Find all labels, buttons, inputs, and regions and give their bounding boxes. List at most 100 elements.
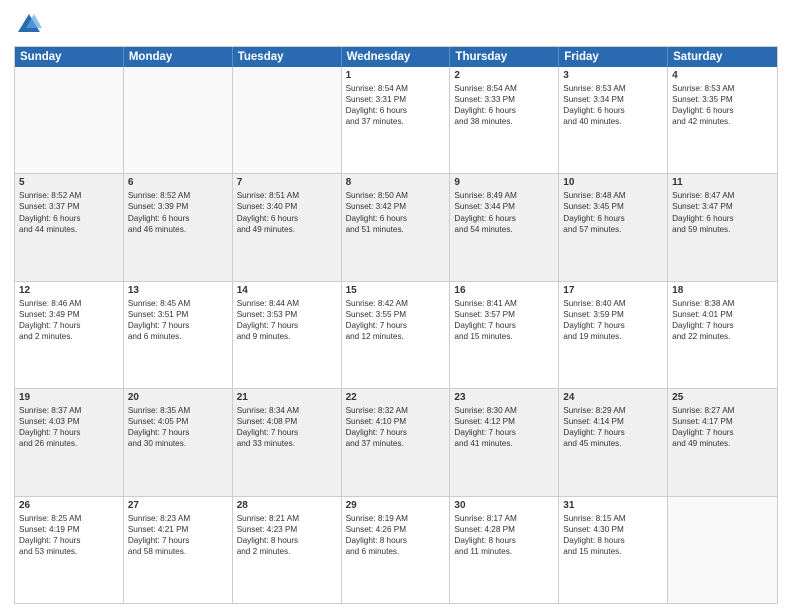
day-number: 9 (454, 177, 554, 188)
day-number: 15 (346, 285, 446, 296)
day-number: 12 (19, 285, 119, 296)
day-number: 16 (454, 285, 554, 296)
cell-daylight-info: Sunrise: 8:52 AM Sunset: 3:37 PM Dayligh… (19, 190, 119, 234)
calendar-cell: 22 Sunrise: 8:32 AM Sunset: 4:10 PM Dayli… (342, 389, 451, 495)
cell-daylight-info: Sunrise: 8:30 AM Sunset: 4:12 PM Dayligh… (454, 405, 554, 449)
calendar-cell: 15 Sunrise: 8:42 AM Sunset: 3:55 PM Dayli… (342, 282, 451, 388)
cell-daylight-info: Sunrise: 8:52 AM Sunset: 3:39 PM Dayligh… (128, 190, 228, 234)
day-number: 17 (563, 285, 663, 296)
day-number: 4 (672, 70, 773, 81)
cell-daylight-info: Sunrise: 8:37 AM Sunset: 4:03 PM Dayligh… (19, 405, 119, 449)
cell-daylight-info: Sunrise: 8:45 AM Sunset: 3:51 PM Dayligh… (128, 298, 228, 342)
calendar-cell: 26 Sunrise: 8:25 AM Sunset: 4:19 PM Dayli… (15, 497, 124, 603)
calendar-cell: 4 Sunrise: 8:53 AM Sunset: 3:35 PM Daylig… (668, 67, 777, 173)
cell-daylight-info: Sunrise: 8:15 AM Sunset: 4:30 PM Dayligh… (563, 513, 663, 557)
day-number: 23 (454, 392, 554, 403)
cell-daylight-info: Sunrise: 8:53 AM Sunset: 3:35 PM Dayligh… (672, 83, 773, 127)
calendar-cell: 8 Sunrise: 8:50 AM Sunset: 3:42 PM Daylig… (342, 174, 451, 280)
day-number: 25 (672, 392, 773, 403)
calendar-cell: 1 Sunrise: 8:54 AM Sunset: 3:31 PM Daylig… (342, 67, 451, 173)
calendar-cell: 13 Sunrise: 8:45 AM Sunset: 3:51 PM Dayli… (124, 282, 233, 388)
day-number: 8 (346, 177, 446, 188)
cell-daylight-info: Sunrise: 8:32 AM Sunset: 4:10 PM Dayligh… (346, 405, 446, 449)
calendar-cell: 9 Sunrise: 8:49 AM Sunset: 3:44 PM Daylig… (450, 174, 559, 280)
calendar-cell: 20Sunrise: 8:35 AM Sunset: 4:05 PM Dayli… (124, 389, 233, 495)
calendar-cell: 23 Sunrise: 8:30 AM Sunset: 4:12 PM Dayli… (450, 389, 559, 495)
calendar-cell: 31 Sunrise: 8:15 AM Sunset: 4:30 PM Dayli… (559, 497, 668, 603)
day-number: 5 (19, 177, 119, 188)
calendar-cell (15, 67, 124, 173)
header-cell-thursday: Thursday (450, 47, 559, 67)
day-number: 29 (346, 500, 446, 511)
day-number: 20 (128, 392, 228, 403)
calendar-cell: 18 Sunrise: 8:38 AM Sunset: 4:01 PM Dayli… (668, 282, 777, 388)
day-number: 3 (563, 70, 663, 81)
cell-daylight-info: Sunrise: 8:40 AM Sunset: 3:59 PM Dayligh… (563, 298, 663, 342)
header-cell-tuesday: Tuesday (233, 47, 342, 67)
cell-daylight-info: Sunrise: 8:21 AM Sunset: 4:23 PM Dayligh… (237, 513, 337, 557)
day-number: 7 (237, 177, 337, 188)
day-number: 21 (237, 392, 337, 403)
header-cell-saturday: Saturday (668, 47, 777, 67)
calendar-cell: 27Sunrise: 8:23 AM Sunset: 4:21 PM Dayli… (124, 497, 233, 603)
day-number: 11 (672, 177, 773, 188)
cell-daylight-info: Sunrise: 8:47 AM Sunset: 3:47 PM Dayligh… (672, 190, 773, 234)
day-number: 28 (237, 500, 337, 511)
calendar-week-3: 12Sunrise: 8:46 AM Sunset: 3:49 PM Dayli… (15, 282, 777, 389)
day-number: 6 (128, 177, 228, 188)
calendar-cell: 16Sunrise: 8:41 AM Sunset: 3:57 PM Dayli… (450, 282, 559, 388)
logo (14, 10, 48, 40)
cell-daylight-info: Sunrise: 8:27 AM Sunset: 4:17 PM Dayligh… (672, 405, 773, 449)
page: SundayMondayTuesdayWednesdayThursdayFrid… (0, 0, 792, 612)
calendar-cell: 3 Sunrise: 8:53 AM Sunset: 3:34 PM Daylig… (559, 67, 668, 173)
day-number: 30 (454, 500, 554, 511)
cell-daylight-info: Sunrise: 8:54 AM Sunset: 3:33 PM Dayligh… (454, 83, 554, 127)
cell-daylight-info: Sunrise: 8:54 AM Sunset: 3:31 PM Dayligh… (346, 83, 446, 127)
day-number: 2 (454, 70, 554, 81)
calendar-cell (124, 67, 233, 173)
calendar-cell: 2 Sunrise: 8:54 AM Sunset: 3:33 PM Daylig… (450, 67, 559, 173)
day-number: 1 (346, 70, 446, 81)
calendar-cell: 29 Sunrise: 8:19 AM Sunset: 4:26 PM Dayli… (342, 497, 451, 603)
calendar-week-5: 26 Sunrise: 8:25 AM Sunset: 4:19 PM Dayli… (15, 497, 777, 603)
day-number: 22 (346, 392, 446, 403)
day-number: 31 (563, 500, 663, 511)
calendar-week-2: 5 Sunrise: 8:52 AM Sunset: 3:37 PM Daylig… (15, 174, 777, 281)
day-number: 14 (237, 285, 337, 296)
calendar-cell: 14 Sunrise: 8:44 AM Sunset: 3:53 PM Dayli… (233, 282, 342, 388)
day-number: 19 (19, 392, 119, 403)
cell-daylight-info: Sunrise: 8:44 AM Sunset: 3:53 PM Dayligh… (237, 298, 337, 342)
header-cell-sunday: Sunday (15, 47, 124, 67)
cell-daylight-info: Sunrise: 8:17 AM Sunset: 4:28 PM Dayligh… (454, 513, 554, 557)
cell-daylight-info: Sunrise: 8:19 AM Sunset: 4:26 PM Dayligh… (346, 513, 446, 557)
calendar-cell: 30 Sunrise: 8:17 AM Sunset: 4:28 PM Dayli… (450, 497, 559, 603)
calendar-week-4: 19 Sunrise: 8:37 AM Sunset: 4:03 PM Dayli… (15, 389, 777, 496)
calendar-cell: 11 Sunrise: 8:47 AM Sunset: 3:47 PM Dayli… (668, 174, 777, 280)
calendar-body: 1 Sunrise: 8:54 AM Sunset: 3:31 PM Daylig… (15, 67, 777, 603)
calendar-cell: 12Sunrise: 8:46 AM Sunset: 3:49 PM Dayli… (15, 282, 124, 388)
header-cell-wednesday: Wednesday (342, 47, 451, 67)
cell-daylight-info: Sunrise: 8:38 AM Sunset: 4:01 PM Dayligh… (672, 298, 773, 342)
calendar-header-row: SundayMondayTuesdayWednesdayThursdayFrid… (15, 47, 777, 67)
calendar-cell: 6 Sunrise: 8:52 AM Sunset: 3:39 PM Daylig… (124, 174, 233, 280)
day-number: 26 (19, 500, 119, 511)
day-number: 13 (128, 285, 228, 296)
logo-icon (14, 10, 44, 40)
cell-daylight-info: Sunrise: 8:53 AM Sunset: 3:34 PM Dayligh… (563, 83, 663, 127)
cell-daylight-info: Sunrise: 8:34 AM Sunset: 4:08 PM Dayligh… (237, 405, 337, 449)
cell-daylight-info: Sunrise: 8:49 AM Sunset: 3:44 PM Dayligh… (454, 190, 554, 234)
cell-daylight-info: Sunrise: 8:42 AM Sunset: 3:55 PM Dayligh… (346, 298, 446, 342)
cell-daylight-info: Sunrise: 8:50 AM Sunset: 3:42 PM Dayligh… (346, 190, 446, 234)
calendar-cell: 28 Sunrise: 8:21 AM Sunset: 4:23 PM Dayli… (233, 497, 342, 603)
cell-daylight-info: Sunrise: 8:51 AM Sunset: 3:40 PM Dayligh… (237, 190, 337, 234)
day-number: 27 (128, 500, 228, 511)
calendar-cell (668, 497, 777, 603)
cell-daylight-info: Sunrise: 8:48 AM Sunset: 3:45 PM Dayligh… (563, 190, 663, 234)
calendar-week-1: 1 Sunrise: 8:54 AM Sunset: 3:31 PM Daylig… (15, 67, 777, 174)
calendar-cell: 25 Sunrise: 8:27 AM Sunset: 4:17 PM Dayli… (668, 389, 777, 495)
header-cell-friday: Friday (559, 47, 668, 67)
day-number: 18 (672, 285, 773, 296)
day-number: 24 (563, 392, 663, 403)
calendar-cell (233, 67, 342, 173)
cell-daylight-info: Sunrise: 8:25 AM Sunset: 4:19 PM Dayligh… (19, 513, 119, 557)
